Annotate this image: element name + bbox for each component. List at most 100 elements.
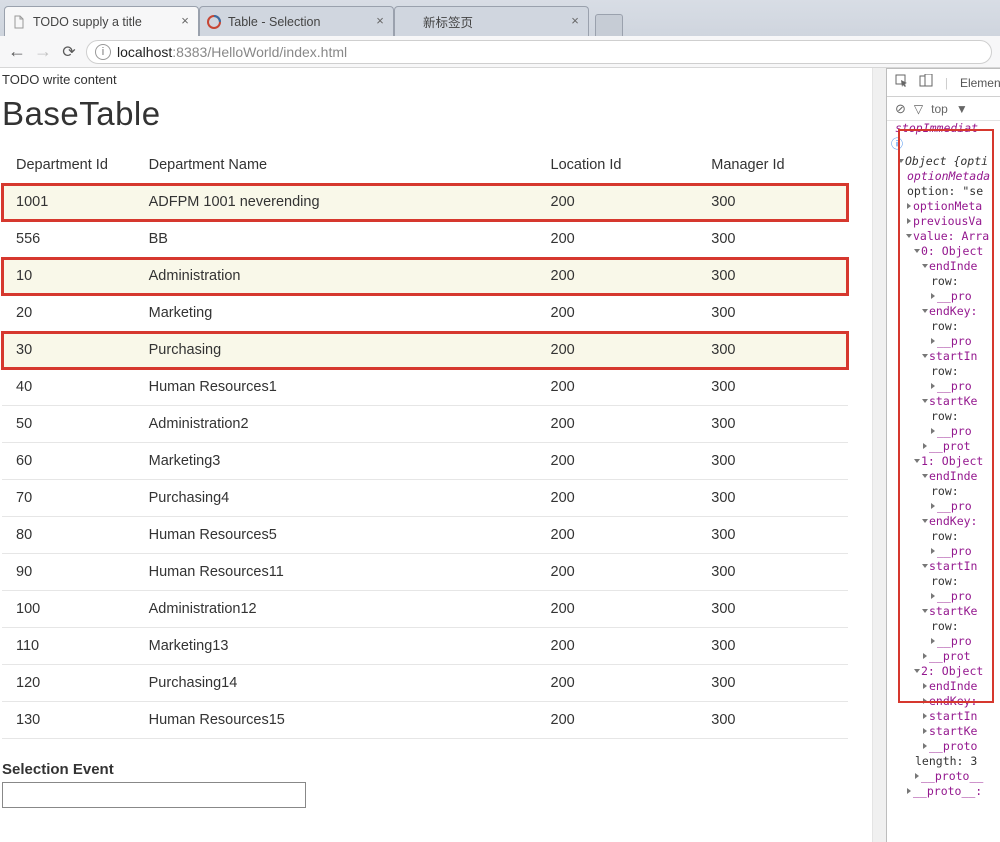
table-row[interactable]: 556BB200300 (2, 221, 848, 258)
table-cell[interactable]: 200 (537, 443, 698, 480)
browser-tab[interactable]: Table - Selection× (199, 6, 394, 36)
devtools-filter-bar[interactable]: ⊘ ▽ top ▼ (887, 97, 1000, 121)
table-cell[interactable]: Purchasing (135, 332, 537, 369)
console-tree-line[interactable]: __prot (891, 439, 1000, 454)
disclosure-triangle-icon[interactable] (922, 264, 928, 268)
disclosure-triangle-icon[interactable] (923, 728, 927, 734)
dropdown-icon[interactable]: ▼ (956, 102, 968, 116)
table-cell[interactable]: Administration12 (135, 591, 537, 628)
table-cell[interactable]: 200 (537, 369, 698, 406)
table-cell[interactable]: 70 (2, 480, 135, 517)
disclosure-triangle-icon[interactable] (922, 399, 928, 403)
console-tree-line[interactable]: __pro (891, 589, 1000, 604)
console-tree-line[interactable]: __prot (891, 649, 1000, 664)
console-tree-line[interactable]: __pro (891, 544, 1000, 559)
table-cell[interactable]: 300 (697, 443, 848, 480)
disclosure-triangle-icon[interactable] (923, 743, 927, 749)
console-tree-line[interactable]: row: (891, 619, 1000, 634)
disclosure-triangle-icon[interactable] (907, 788, 911, 794)
table-cell[interactable]: Human Resources5 (135, 517, 537, 554)
console-tree-line[interactable]: __pro (891, 334, 1000, 349)
table-cell[interactable]: Human Resources11 (135, 554, 537, 591)
reload-button[interactable]: ⟳ (60, 43, 78, 61)
close-icon[interactable]: × (373, 15, 387, 29)
disclosure-triangle-icon[interactable] (931, 503, 935, 509)
device-icon[interactable] (919, 74, 933, 91)
table-cell[interactable]: BB (135, 221, 537, 258)
table-cell[interactable]: 300 (697, 702, 848, 739)
disclosure-triangle-icon[interactable] (923, 683, 927, 689)
close-icon[interactable]: × (568, 15, 582, 29)
console-tree-line[interactable]: previousVa (891, 214, 1000, 229)
table-cell[interactable]: 300 (697, 665, 848, 702)
table-cell[interactable]: ADFPM 1001 neverending (135, 184, 537, 221)
disclosure-triangle-icon[interactable] (922, 309, 928, 313)
console-tree-line[interactable]: endKey: (891, 304, 1000, 319)
table-row[interactable]: 80Human Resources5200300 (2, 517, 848, 554)
disclosure-triangle-icon[interactable] (931, 428, 935, 434)
table-row[interactable]: 40Human Resources1200300 (2, 369, 848, 406)
table-cell[interactable]: 300 (697, 628, 848, 665)
table-cell[interactable]: 300 (697, 184, 848, 221)
table-cell[interactable]: 300 (697, 517, 848, 554)
filter-icon[interactable]: ▽ (914, 102, 923, 116)
table-row[interactable]: 110Marketing13200300 (2, 628, 848, 665)
console-tree-line[interactable]: option: "se (891, 184, 1000, 199)
disclosure-triangle-icon[interactable] (922, 519, 928, 523)
column-header[interactable]: Department Id (2, 147, 135, 184)
console-tree-line[interactable]: __pro (891, 289, 1000, 304)
table-cell[interactable]: Administration (135, 258, 537, 295)
disclosure-triangle-icon[interactable] (931, 638, 935, 644)
table-cell[interactable]: 100 (2, 591, 135, 628)
table-row[interactable]: 20Marketing200300 (2, 295, 848, 332)
context-selector[interactable]: top (931, 102, 948, 116)
table-row[interactable]: 120Purchasing14200300 (2, 665, 848, 702)
table-row[interactable]: 50Administration2200300 (2, 406, 848, 443)
table-cell[interactable]: 20 (2, 295, 135, 332)
browser-tab[interactable]: 新标签页× (394, 6, 589, 36)
console-tree-line[interactable]: __pro (891, 634, 1000, 649)
table-cell[interactable]: Purchasing4 (135, 480, 537, 517)
table-cell[interactable]: 40 (2, 369, 135, 406)
console-tree-line[interactable]: __proto (891, 739, 1000, 754)
console-object-tree[interactable]: Object {optioptionMetadaoption: "seoptio… (887, 152, 1000, 799)
table-cell[interactable]: 300 (697, 406, 848, 443)
table-cell[interactable]: 50 (2, 406, 135, 443)
table-cell[interactable]: Administration2 (135, 406, 537, 443)
table-row[interactable]: 10Administration200300 (2, 258, 848, 295)
table-cell[interactable]: 300 (697, 480, 848, 517)
console-tree-line[interactable]: __pro (891, 499, 1000, 514)
console-tree-line[interactable]: endKey: (891, 514, 1000, 529)
table-cell[interactable]: 90 (2, 554, 135, 591)
table-cell[interactable]: 300 (697, 221, 848, 258)
table-row[interactable]: 130Human Resources15200300 (2, 702, 848, 739)
devtools-tab-elements[interactable]: Elemen (960, 76, 1000, 90)
console-tree-line[interactable]: value: Arra (891, 229, 1000, 244)
table-row[interactable]: 30Purchasing200300 (2, 332, 848, 369)
table-cell[interactable]: 80 (2, 517, 135, 554)
console-tree-line[interactable]: __proto__ (891, 769, 1000, 784)
console-tree-line[interactable]: startIn (891, 559, 1000, 574)
table-cell[interactable]: Marketing (135, 295, 537, 332)
column-header[interactable]: Location Id (537, 147, 698, 184)
disclosure-triangle-icon[interactable] (922, 354, 928, 358)
browser-tab[interactable]: TODO supply a title× (4, 6, 199, 36)
table-cell[interactable]: 200 (537, 517, 698, 554)
console-tree-line[interactable]: startKe (891, 394, 1000, 409)
disclosure-triangle-icon[interactable] (914, 669, 920, 673)
table-cell[interactable]: 200 (537, 628, 698, 665)
devtools-panel[interactable]: | Elemen ⊘ ▽ top ▼ stopImmediat ⓘ Object… (886, 68, 1000, 842)
table-row[interactable]: 90Human Resources11200300 (2, 554, 848, 591)
disclosure-triangle-icon[interactable] (922, 564, 928, 568)
column-header[interactable]: Department Name (135, 147, 537, 184)
console-tree-line[interactable]: 2: Object (891, 664, 1000, 679)
table-cell[interactable]: Purchasing14 (135, 665, 537, 702)
console-tree-line[interactable]: startIn (891, 349, 1000, 364)
inspect-icon[interactable] (895, 74, 909, 91)
disclosure-triangle-icon[interactable] (898, 159, 904, 163)
table-cell[interactable]: 130 (2, 702, 135, 739)
table-cell[interactable]: 60 (2, 443, 135, 480)
table-cell[interactable]: 200 (537, 406, 698, 443)
disclosure-triangle-icon[interactable] (923, 443, 927, 449)
disclosure-triangle-icon[interactable] (907, 218, 911, 224)
